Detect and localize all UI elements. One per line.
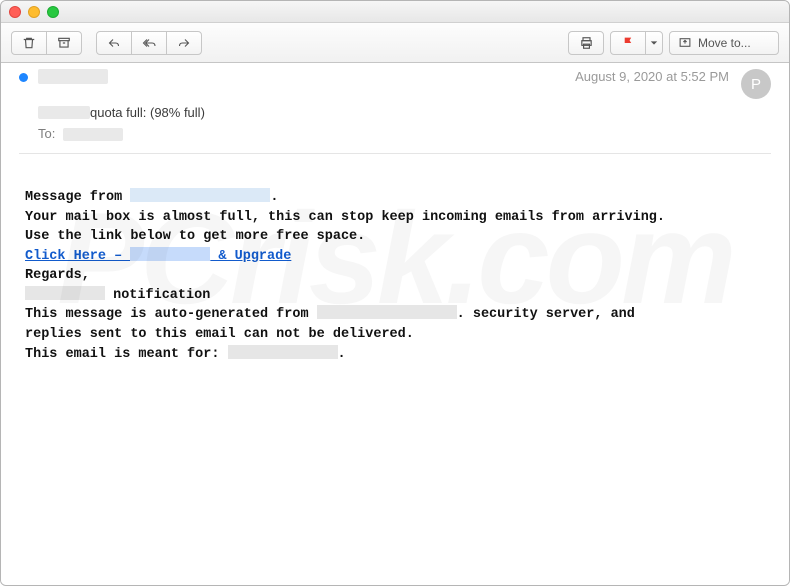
auto-line1: This message is auto-generated from . se… xyxy=(25,305,765,325)
subject-redacted xyxy=(38,106,90,119)
move-to-button[interactable]: Move to... xyxy=(669,31,779,55)
meant-line: This email is meant for: . xyxy=(25,345,765,365)
mail-window: Move to... PCrisk.com August 9, 2020 at … xyxy=(0,0,790,586)
upgrade-link[interactable]: Click Here – & Upgrade xyxy=(25,249,291,264)
reply-group xyxy=(96,31,202,55)
reply-button[interactable] xyxy=(96,31,132,55)
toolbar: Move to... xyxy=(1,23,789,63)
header-row: August 9, 2020 at 5:52 PM P xyxy=(19,69,771,99)
notification-line: notification xyxy=(25,286,765,306)
print-button[interactable] xyxy=(568,31,604,55)
move-to-label: Move to... xyxy=(698,36,751,50)
delete-button[interactable] xyxy=(11,31,47,55)
auto-redacted xyxy=(317,305,457,319)
upgrade-link-line: Click Here – & Upgrade xyxy=(25,247,765,267)
subject-text: quota full: (98% full) xyxy=(90,105,205,120)
flag-menu-button[interactable] xyxy=(645,31,663,55)
delete-archive-group xyxy=(11,31,82,55)
body-warn-line1: Your mail box is almost full, this can s… xyxy=(25,208,765,228)
from-name-redacted xyxy=(38,69,108,84)
subject-line: quota full: (98% full) xyxy=(38,105,771,120)
flag-button[interactable] xyxy=(610,31,646,55)
meant-redacted xyxy=(228,345,338,359)
zoom-window-button[interactable] xyxy=(47,6,59,18)
body-from-line: Message from . xyxy=(25,188,765,208)
forward-button[interactable] xyxy=(166,31,202,55)
notif-redacted xyxy=(25,286,105,300)
body-from-redacted xyxy=(130,188,270,202)
archive-button[interactable] xyxy=(46,31,82,55)
link-redacted xyxy=(130,247,210,261)
message-body: Message from . Your mail box is almost f… xyxy=(19,154,771,364)
unread-dot-icon xyxy=(19,73,28,82)
body-warn-line2: Use the link below to get more free spac… xyxy=(25,227,765,247)
close-window-button[interactable] xyxy=(9,6,21,18)
reply-all-button[interactable] xyxy=(131,31,167,55)
message-datetime: August 9, 2020 at 5:52 PM xyxy=(575,69,729,84)
minimize-window-button[interactable] xyxy=(28,6,40,18)
regards-line: Regards, xyxy=(25,266,765,286)
message-pane: PCrisk.com August 9, 2020 at 5:52 PM P q… xyxy=(1,63,789,586)
titlebar xyxy=(1,1,789,23)
to-line: To: xyxy=(38,126,771,141)
flag-group xyxy=(610,31,663,55)
to-label: To: xyxy=(38,126,55,141)
sender-avatar: P xyxy=(741,69,771,99)
auto-line2: replies sent to this email can not be de… xyxy=(25,325,765,345)
to-redacted xyxy=(63,128,123,141)
